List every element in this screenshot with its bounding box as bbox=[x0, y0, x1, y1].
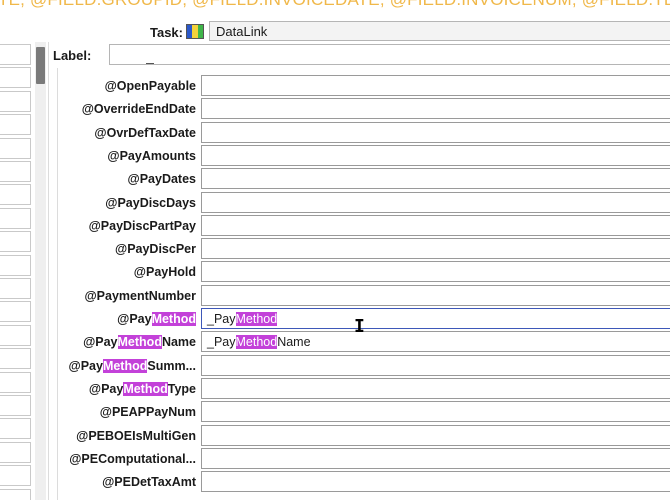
left-panel-box[interactable] bbox=[0, 418, 31, 440]
search-highlight: Method bbox=[235, 312, 278, 326]
left-panel-fields bbox=[0, 42, 32, 500]
left-panel-box[interactable] bbox=[0, 488, 31, 500]
param-input[interactable] bbox=[201, 354, 670, 376]
param-input[interactable] bbox=[201, 471, 670, 493]
param-label: @PayMethod bbox=[117, 312, 196, 326]
param-input[interactable] bbox=[201, 284, 670, 306]
param-label: @PEAPPayNum bbox=[99, 405, 196, 420]
left-panel-box[interactable] bbox=[0, 254, 31, 276]
param-input[interactable]: _PayMethod bbox=[201, 308, 670, 329]
param-input[interactable] bbox=[201, 75, 670, 96]
search-highlight: Method bbox=[151, 312, 196, 326]
param-label: @PayMethodType bbox=[88, 381, 196, 396]
label-input[interactable] bbox=[109, 44, 670, 65]
left-panel-box[interactable] bbox=[0, 348, 31, 370]
task-label: Task: bbox=[150, 25, 183, 40]
param-label: @OpenPayable bbox=[104, 79, 196, 93]
left-panel-box[interactable] bbox=[0, 395, 31, 416]
param-label: @PayMethodSumm... bbox=[68, 358, 196, 373]
search-highlight: Method bbox=[102, 358, 148, 373]
panel-divider bbox=[48, 42, 49, 500]
left-panel-box[interactable] bbox=[0, 441, 31, 463]
param-label: @OvrDefTaxDate bbox=[94, 125, 196, 140]
param-label: @PEComputational... bbox=[69, 451, 196, 466]
left-panel-box[interactable] bbox=[0, 371, 31, 393]
param-input[interactable] bbox=[201, 121, 670, 143]
param-label: @OverrideEndDate bbox=[81, 102, 196, 117]
left-panel-box[interactable] bbox=[0, 67, 31, 89]
param-input[interactable] bbox=[201, 447, 670, 469]
left-panel-box[interactable] bbox=[0, 278, 31, 299]
param-label: @PEBOEIsMultiGen bbox=[76, 428, 196, 443]
param-label: @PEDetTaxAmt bbox=[102, 475, 196, 490]
param-label: @PayAmounts bbox=[107, 148, 196, 163]
param-input[interactable] bbox=[201, 401, 670, 423]
left-panel-box[interactable] bbox=[0, 114, 31, 136]
background-code-text: TE, @FIELD.GROUPID, @FIELD.INVOICEDATE, … bbox=[0, 0, 670, 13]
param-input[interactable] bbox=[201, 261, 670, 283]
param-label: @PayDiscPartPay bbox=[88, 218, 196, 233]
left-panel-box[interactable] bbox=[0, 301, 31, 323]
scrollbar-thumb[interactable] bbox=[36, 47, 45, 84]
param-input[interactable] bbox=[201, 144, 670, 166]
search-highlight: Method bbox=[235, 335, 278, 350]
param-input[interactable] bbox=[201, 98, 670, 120]
param-input[interactable] bbox=[201, 238, 670, 260]
param-label: @PayDiscPer bbox=[115, 242, 196, 257]
left-panel-box[interactable] bbox=[0, 90, 31, 112]
param-input[interactable] bbox=[201, 191, 670, 213]
param-input[interactable] bbox=[201, 424, 670, 446]
param-input[interactable] bbox=[201, 377, 670, 399]
scroll-up-hint bbox=[146, 63, 154, 64]
param-label: @PayDiscDays bbox=[105, 195, 196, 210]
datalink-icon bbox=[186, 24, 204, 39]
param-input[interactable] bbox=[201, 168, 670, 190]
left-panel-box[interactable] bbox=[0, 161, 31, 182]
left-panel-box[interactable] bbox=[0, 207, 31, 229]
form-left-border bbox=[57, 68, 58, 500]
background-code-line: TE, @FIELD.GROUPID, @FIELD.INVOICEDATE, … bbox=[0, 0, 670, 10]
left-panel-box[interactable] bbox=[0, 137, 31, 159]
param-label: @PayHold bbox=[133, 265, 196, 280]
text-cursor-icon: I bbox=[354, 316, 365, 337]
param-label: @PaymentNumber bbox=[84, 288, 196, 303]
left-panel-box[interactable] bbox=[0, 44, 31, 65]
label-caption: Label: bbox=[53, 48, 92, 63]
left-panel-box[interactable] bbox=[0, 324, 31, 346]
left-panel-box[interactable] bbox=[0, 465, 31, 487]
vertical-scrollbar[interactable] bbox=[35, 42, 46, 500]
search-highlight: Method bbox=[117, 335, 162, 350]
task-field[interactable]: DataLink bbox=[209, 21, 670, 41]
param-input[interactable]: _PayMethodName bbox=[201, 331, 670, 353]
param-input[interactable] bbox=[201, 214, 670, 236]
left-panel-box[interactable] bbox=[0, 231, 31, 253]
param-label: @PayDates bbox=[127, 172, 196, 187]
left-panel-box[interactable] bbox=[0, 184, 31, 206]
search-highlight: Method bbox=[123, 381, 168, 396]
param-label: @PayMethodName bbox=[83, 335, 196, 350]
